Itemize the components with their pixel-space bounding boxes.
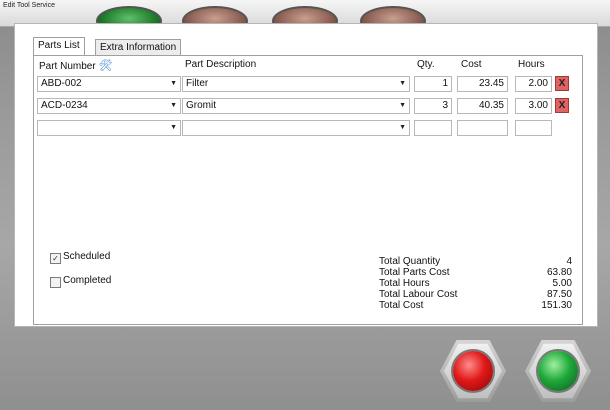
chevron-down-icon[interactable]: ▼ — [170, 99, 177, 113]
main-panel: Parts List Extra Information Part Number… — [14, 23, 598, 327]
part-description-select[interactable]: Gromit ▼ — [182, 98, 410, 114]
part-number-value: ACD-0234 — [41, 100, 88, 111]
cost-input[interactable]: 40.35 — [457, 98, 508, 114]
part-number-header-label: Part Number — [39, 61, 96, 72]
part-description-value: Filter — [186, 78, 209, 89]
tab-extra-information[interactable]: Extra Information — [95, 39, 182, 55]
part-number-select[interactable]: ▼ — [37, 120, 181, 136]
cost-header: Cost — [461, 59, 482, 70]
green-button-icon[interactable] — [538, 351, 578, 391]
total-labour-cost-label: Total Labour Cost — [379, 289, 458, 300]
chevron-down-icon[interactable]: ▼ — [399, 77, 406, 91]
part-number-select[interactable]: ABD-002 ▼ — [37, 76, 181, 92]
chevron-down-icon[interactable]: ▼ — [399, 99, 406, 113]
red-button-icon[interactable] — [453, 351, 493, 391]
total-hours-label: Total Hours — [379, 278, 430, 289]
chevron-down-icon[interactable]: ▼ — [399, 121, 406, 135]
chevron-down-icon[interactable]: ▼ — [170, 77, 177, 91]
part-description-select[interactable]: ▼ — [182, 120, 410, 136]
part-number-header: Part Number 🛠 — [39, 59, 112, 72]
completed-checkbox[interactable] — [50, 277, 61, 288]
total-cost-value: 151.30 — [541, 300, 572, 311]
part-number-value: ABD-002 — [41, 78, 82, 89]
part-number-select[interactable]: ACD-0234 ▼ — [37, 98, 181, 114]
hours-input[interactable] — [515, 120, 552, 136]
confirm-button[interactable] — [525, 338, 591, 404]
wrench-icon[interactable]: 🛠 — [98, 60, 112, 72]
delete-row-button[interactable]: X — [555, 98, 569, 113]
total-parts-cost-label: Total Parts Cost — [379, 267, 450, 278]
total-hours-value: 5.00 — [552, 278, 572, 289]
cost-input[interactable] — [457, 120, 508, 136]
completed-label: Completed — [63, 275, 112, 286]
total-quantity-value: 4 — [566, 256, 572, 267]
qty-input[interactable]: 1 — [414, 76, 452, 92]
total-cost-label: Total Cost — [379, 300, 424, 311]
part-description-value: Gromit — [186, 100, 216, 111]
chevron-down-icon[interactable]: ▼ — [170, 121, 177, 135]
total-labour-cost-value: 87.50 — [546, 289, 572, 300]
cancel-button[interactable] — [440, 338, 506, 404]
qty-header: Qty. — [417, 59, 435, 70]
cost-input[interactable]: 23.45 — [457, 76, 508, 92]
part-description-header: Part Description — [185, 59, 257, 70]
scheduled-label: Scheduled — [63, 251, 111, 262]
hours-input[interactable]: 2.00 — [515, 76, 552, 92]
qty-input[interactable] — [414, 120, 452, 136]
hours-input[interactable]: 3.00 — [515, 98, 552, 114]
window-title: Edit Tool Service — [3, 2, 56, 9]
part-description-select[interactable]: Filter ▼ — [182, 76, 410, 92]
scheduled-checkbox[interactable]: ✓ — [50, 253, 61, 264]
tab-parts-list[interactable]: Parts List — [33, 37, 85, 55]
parts-list-page: Part Number 🛠 Part Description Qty. Cost… — [33, 55, 583, 325]
total-parts-cost-value: 63.80 — [546, 267, 572, 278]
total-quantity-label: Total Quantity — [379, 256, 441, 267]
hours-header: Hours — [518, 59, 545, 70]
qty-input[interactable]: 3 — [414, 98, 452, 114]
delete-row-button[interactable]: X — [555, 76, 569, 91]
